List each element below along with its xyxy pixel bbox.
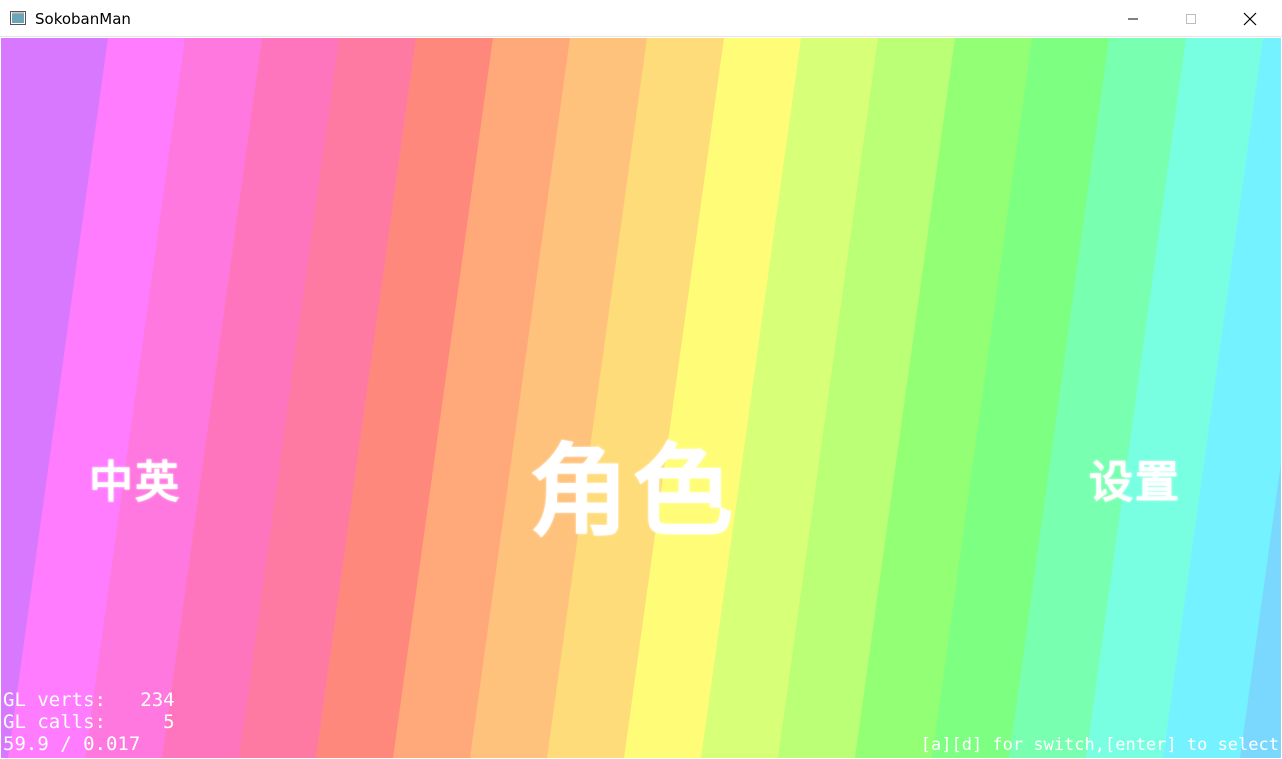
close-icon	[1243, 12, 1257, 25]
rainbow-background	[1, 38, 1281, 758]
minimize-icon	[1128, 18, 1138, 19]
stat-gl-calls: GL calls: 5	[3, 711, 175, 733]
stat-gl-verts: GL verts: 234	[3, 689, 175, 711]
title-bar: SokobanMan	[0, 0, 1282, 37]
stat-fps: 59.9 / 0.017	[3, 733, 141, 755]
close-button[interactable]	[1221, 0, 1279, 37]
menu-option-character[interactable]: 角色	[529, 410, 737, 555]
menu-option-settings[interactable]: 设置	[1089, 446, 1181, 510]
game-canvas[interactable]: 中英 角色 设置 GL verts: 234 GL calls: 5 59.9 …	[1, 38, 1281, 758]
window-title: SokobanMan	[35, 10, 131, 28]
maximize-button[interactable]	[1162, 0, 1220, 37]
controls-hint: [a][d] for switch,[enter] to select	[920, 735, 1279, 755]
menu-option-language[interactable]: 中英	[89, 446, 181, 510]
app-window-icon	[10, 11, 26, 25]
debug-stats: GL verts: 234 GL calls: 5 59.9 / 0.017	[3, 689, 175, 755]
minimize-button[interactable]	[1104, 0, 1162, 37]
maximize-icon	[1186, 13, 1196, 24]
